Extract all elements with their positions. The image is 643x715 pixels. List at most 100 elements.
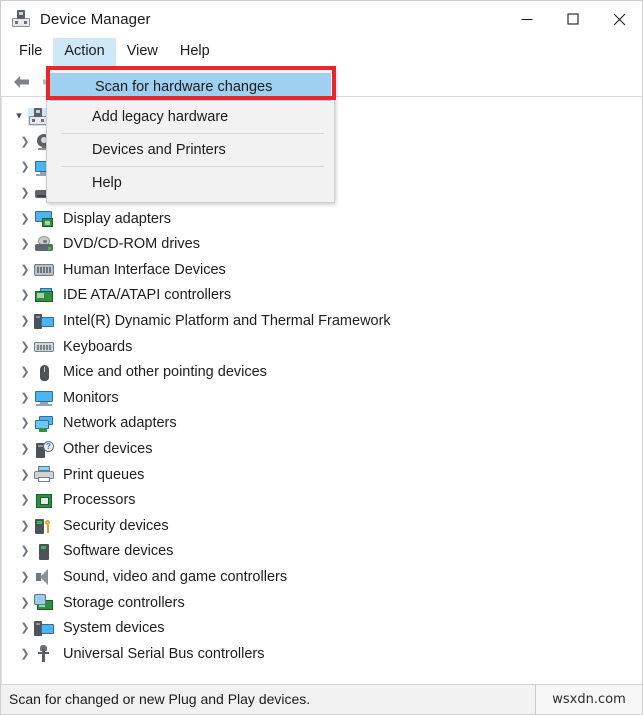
status-message: Scan for changed or new Plug and Play de… — [9, 691, 311, 707]
tree-item-system-devices[interactable]: ❯ System devices — [2, 616, 642, 642]
device-manager-window: Device Manager File Action View Help ▾ ❯… — [0, 0, 643, 715]
tree-item-intel-platform[interactable]: ❯ Intel(R) Dynamic Platform and Thermal … — [2, 309, 642, 335]
tree-item-processors[interactable]: ❯ Processors — [2, 488, 642, 514]
menu-item-help[interactable]: Help — [47, 167, 334, 199]
network-adapter-icon — [34, 415, 54, 433]
tree-item-sound-controllers[interactable]: ❯ Sound, video and game controllers — [2, 565, 642, 591]
chevron-right-icon[interactable]: ❯ — [16, 392, 34, 404]
tree-item-label: Processors — [63, 492, 136, 509]
chevron-right-icon[interactable]: ❯ — [16, 444, 34, 455]
security-device-icon — [34, 517, 54, 535]
menu-item-devices-and-printers[interactable]: Devices and Printers — [47, 134, 334, 166]
tree-item-label: Human Interface Devices — [63, 261, 226, 278]
monitor-icon — [34, 389, 54, 407]
tree-item-print-queues[interactable]: ❯ Print queues — [2, 462, 642, 488]
menu-view[interactable]: View — [116, 38, 169, 66]
menu-item-add-legacy-hardware[interactable]: Add legacy hardware — [47, 101, 334, 133]
menu-file[interactable]: File — [8, 38, 53, 66]
hid-icon — [34, 261, 54, 279]
tree-item-label: Print queues — [63, 466, 145, 483]
chevron-right-icon[interactable]: ❯ — [16, 213, 34, 225]
chevron-right-icon[interactable]: ❯ — [16, 264, 34, 276]
tree-item-label: Software devices — [63, 543, 174, 560]
chevron-right-icon[interactable]: ❯ — [16, 188, 34, 199]
tree-item-label: Universal Serial Bus controllers — [63, 645, 265, 662]
keyboard-icon — [34, 338, 54, 356]
computer-root-icon — [28, 107, 48, 126]
system-device-icon — [34, 620, 54, 638]
tree-item-storage-controllers[interactable]: ❯ Storage controllers — [2, 590, 642, 616]
tree-item-label: Security devices — [63, 517, 169, 534]
tree-item-label: Mice and other pointing devices — [63, 364, 267, 381]
chevron-right-icon[interactable]: ❯ — [16, 316, 34, 327]
tree-item-label: System devices — [63, 620, 165, 637]
action-dropdown-menu[interactable]: Scan for hardware changes Add legacy har… — [46, 67, 335, 203]
tree-item-monitors[interactable]: ❯ Monitors — [2, 386, 642, 412]
tree-item-display-adapters[interactable]: ❯ Display adapters — [2, 206, 642, 232]
printer-icon — [34, 466, 54, 484]
tree-item-label: Other devices — [63, 441, 153, 458]
display-adapter-icon — [34, 210, 54, 228]
usb-controller-icon — [34, 645, 54, 663]
maximize-icon[interactable] — [550, 1, 596, 37]
tree-item-label: Monitors — [63, 389, 119, 406]
chevron-right-icon[interactable]: ❯ — [16, 546, 34, 557]
menu-item-scan-for-hardware-changes[interactable]: Scan for hardware changes — [50, 73, 331, 101]
tree-item-software-devices[interactable]: ❯ Software devices — [2, 539, 642, 565]
chevron-right-icon[interactable]: ❯ — [16, 648, 34, 660]
other-devices-icon: ? — [34, 440, 54, 459]
tree-item-label: Storage controllers — [63, 594, 185, 611]
tree-item-mice[interactable]: ❯ Mice and other pointing devices — [2, 360, 642, 386]
title-bar: Device Manager — [1, 1, 642, 37]
menu-help[interactable]: Help — [169, 38, 221, 66]
tree-item-label: Network adapters — [63, 415, 177, 432]
tree-item-label: Keyboards — [63, 338, 133, 355]
tree-item-label: Intel(R) Dynamic Platform and Thermal Fr… — [63, 313, 391, 330]
chevron-right-icon[interactable]: ❯ — [16, 520, 34, 532]
intel-platform-icon — [34, 313, 54, 331]
minimize-icon[interactable] — [504, 1, 550, 37]
software-device-icon — [34, 543, 54, 561]
tree-item-keyboards[interactable]: ❯ Keyboards — [2, 334, 642, 360]
chevron-right-icon[interactable]: ❯ — [16, 495, 34, 506]
chevron-right-icon[interactable]: ❯ — [16, 290, 34, 301]
watermark-label: wsxdn.com — [535, 685, 642, 714]
window-controls — [504, 1, 642, 37]
tree-item-network-adapters[interactable]: ❯ Network adapters — [2, 411, 642, 437]
chevron-right-icon[interactable]: ❯ — [16, 367, 34, 378]
tree-item-usb-controllers[interactable]: ❯ Universal Serial Bus controllers — [2, 641, 642, 667]
chevron-right-icon[interactable]: ❯ — [16, 136, 34, 148]
ide-controller-icon — [34, 287, 54, 305]
tree-item-label: Display adapters — [63, 210, 171, 227]
menu-action[interactable]: Action — [53, 38, 116, 66]
dropdown-top-pad: Scan for hardware changes — [47, 68, 334, 101]
menu-bar: File Action View Help — [1, 37, 642, 67]
chevron-right-icon[interactable]: ❯ — [16, 469, 34, 481]
close-icon[interactable] — [596, 1, 642, 37]
tree-item-label: DVD/CD-ROM drives — [63, 236, 200, 253]
tree-item-hid[interactable]: ❯ Human Interface Devices — [2, 258, 642, 284]
window-title: Device Manager — [40, 10, 151, 28]
chevron-right-icon[interactable]: ❯ — [16, 162, 34, 173]
tree-item-ide-controllers[interactable]: ❯ IDE ATA/ATAPI controllers — [2, 283, 642, 309]
chevron-right-icon[interactable]: ❯ — [16, 623, 34, 634]
chevron-right-icon[interactable]: ❯ — [16, 597, 34, 609]
tree-item-label: Sound, video and game controllers — [63, 568, 288, 585]
processor-icon — [34, 492, 54, 510]
tree-item-security-devices[interactable]: ❯ Security devices — [2, 514, 642, 540]
chevron-right-icon[interactable]: ❯ — [16, 571, 34, 583]
tree-item-other-devices[interactable]: ❯ ? Other devices — [2, 437, 642, 463]
chevron-right-icon[interactable]: ❯ — [16, 239, 34, 250]
sound-controller-icon — [34, 568, 54, 586]
status-bar: Scan for changed or new Plug and Play de… — [1, 684, 642, 714]
back-arrow-icon[interactable] — [9, 70, 35, 94]
tree-item-label: IDE ATA/ATAPI controllers — [63, 287, 232, 304]
chevron-right-icon[interactable]: ❯ — [16, 341, 34, 353]
device-manager-icon — [11, 9, 31, 29]
tree-item-dvd-drives[interactable]: ❯ DVD/CD-ROM drives — [2, 232, 642, 258]
storage-controller-icon — [34, 594, 54, 612]
mouse-icon — [34, 364, 54, 382]
chevron-right-icon[interactable]: ❯ — [16, 418, 34, 429]
chevron-down-icon[interactable]: ▾ — [10, 111, 28, 122]
dvd-drive-icon — [34, 235, 54, 254]
